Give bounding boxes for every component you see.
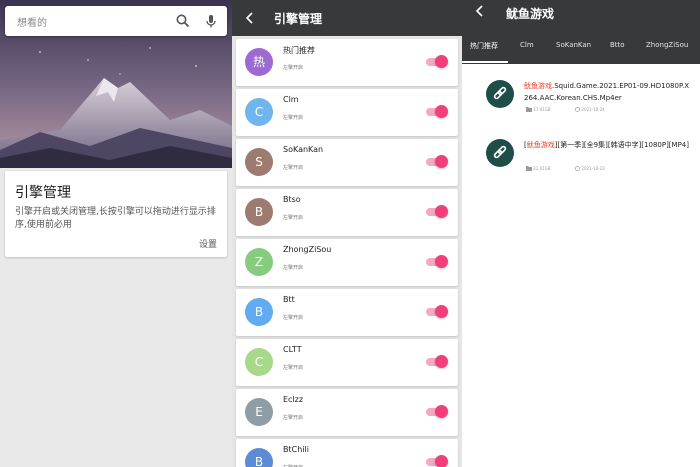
result-size: 17.01GB [533, 107, 551, 112]
search-query-title: 鱿鱼游戏 [506, 7, 555, 21]
engine-name: Btt [283, 295, 295, 304]
engine-row[interactable]: S SoKanKan 左擎开启 [236, 139, 458, 186]
tab-hot[interactable]: 热门推荐 [470, 41, 498, 51]
clock-icon [575, 107, 581, 113]
engine-name: Clm [283, 95, 299, 104]
toggle-knob [435, 155, 448, 168]
engine-status: 左擎开启 [283, 215, 304, 221]
engine-row[interactable]: E Eclzz 左擎开启 [236, 389, 458, 436]
engine-avatar: B [245, 448, 273, 467]
link-icon [486, 80, 514, 108]
engine-management-card: 引擎管理 引擎开启或关闭管理,长按引擎可以拖动进行显示排序,使用前必用 设置 [5, 171, 227, 257]
active-tab-indicator [462, 61, 508, 63]
engine-row[interactable]: BBtChili左擎开启 [236, 439, 458, 467]
engine-toggle[interactable] [424, 355, 448, 368]
search-placeholder: 想看的 [17, 18, 47, 29]
engine-row[interactable]: C CLTT 左擎开启 [236, 339, 458, 386]
search-icon[interactable] [175, 13, 191, 29]
toggle-knob [435, 55, 448, 68]
result-date: 2021-10-23 [581, 166, 605, 171]
engine-row[interactable]: 热 热门推荐左擎开启 [236, 39, 458, 86]
engine-status: 左擎开启 [283, 115, 304, 121]
folder-icon [526, 166, 532, 172]
engine-list: 热热门推荐 左擎开启 C Clm 左擎开启 S SoKanKan 左擎开启 B Btso 左擎开启 Z… [236, 39, 458, 467]
search-results-panel: 鱿鱼游戏 热门推荐 Clm SoKanKan Btto ZhongZiSou 鱿… [462, 0, 700, 467]
tab-btto[interactable]: Btto [610, 41, 625, 49]
engine-avatar: B [245, 198, 273, 226]
engine-avatar: Z [245, 248, 273, 276]
link-icon [486, 139, 514, 167]
home-panel: 想看的 引擎管理 引擎开启或关闭管理,长按引擎可以拖动进行显示排序,使用前必用 … [0, 0, 232, 467]
tab-zhongzisou[interactable]: ZhongZiSou [646, 41, 688, 49]
page-title: 引擎管理 [274, 12, 323, 26]
app-bar: 鱿鱼游戏 热门推荐 Clm SoKanKan Btto ZhongZiSou [462, 0, 700, 64]
toggle-knob [435, 305, 448, 318]
result-item[interactable]: 鱿鱼游戏.Squid.Game.2021.EP01-09.HD1080P.X26… [462, 80, 700, 140]
engine-toggle[interactable] [424, 55, 448, 68]
result-item[interactable]: [鱿鱼游戏][第一季][全9集][韩语中字][1080P][MP4] 22.61… [462, 139, 700, 199]
card-title: 引擎管理 [15, 185, 71, 201]
engine-avatar: S [245, 148, 273, 176]
engine-toggle[interactable] [424, 405, 448, 418]
engine-name: SoKanKan [283, 145, 324, 154]
engine-row[interactable]: B Btso 左擎开启 [236, 189, 458, 236]
engine-status: 左擎开启 [283, 315, 304, 321]
engine-name: 热门推荐 [283, 46, 315, 55]
engine-row[interactable]: C Clm 左擎开启 [236, 89, 458, 136]
engine-name: BtChili [283, 445, 309, 454]
result-title: [鱿鱼游戏][第一季][全9集][韩语中字][1080P][MP4] [524, 141, 689, 149]
search-bar[interactable]: 想看的 [5, 6, 227, 36]
engine-status: 左擎开启 [283, 65, 304, 71]
engine-toggle[interactable] [424, 105, 448, 118]
engine-avatar: C [245, 98, 273, 126]
engine-name: Btso [283, 195, 301, 204]
settings-link[interactable]: 设置 [199, 237, 217, 250]
result-meta: 17.01GB 2021-10-24 [526, 107, 605, 113]
toggle-knob [435, 355, 448, 368]
result-size: 22.61GB [533, 166, 551, 171]
result-date: 2021-10-24 [581, 107, 605, 112]
folder-icon [526, 107, 532, 113]
engine-avatar: 热 [245, 48, 273, 76]
engine-avatar: E [245, 398, 273, 426]
engine-status: 左擎开启 [283, 365, 304, 371]
engine-row[interactable]: Z ZhongZiSou 左擎开启 [236, 239, 458, 286]
toggle-knob [435, 455, 448, 467]
engine-toggle[interactable] [424, 205, 448, 218]
tab-sokankan[interactable]: SoKanKan [556, 41, 591, 49]
back-arrow-icon[interactable] [242, 10, 258, 26]
result-meta: 22.61GB 2021-10-23 [526, 166, 605, 172]
toggle-knob [435, 105, 448, 118]
card-description: 引擎开启或关闭管理,长按引擎可以拖动进行显示排序,使用前必用 [15, 207, 216, 230]
clock-icon [575, 166, 581, 172]
toggle-knob [435, 405, 448, 418]
engine-status: 左擎开启 [283, 415, 304, 421]
app-bar: 引擎管理 [232, 0, 462, 36]
engine-toggle[interactable] [424, 255, 448, 268]
engine-name: Eclzz [283, 395, 304, 404]
engine-toggle[interactable] [424, 305, 448, 318]
result-title: 鱿鱼游戏.Squid.Game.2021.EP01-09.HD1080P.X26… [524, 82, 690, 102]
engine-toggle[interactable] [424, 155, 448, 168]
engine-status: 左擎开启 [283, 265, 304, 271]
engine-management-panel: 引擎管理 热 热门推荐左擎开启 C Clm 左擎开启 S SoKanKan 左擎开启 B Btso… [232, 0, 462, 467]
engine-name: CLTT [283, 345, 302, 354]
engine-tabs: 热门推荐 Clm SoKanKan Btto ZhongZiSou [462, 34, 700, 64]
engine-avatar: B [245, 298, 273, 326]
tab-clm[interactable]: Clm [520, 41, 534, 49]
engine-row[interactable]: B Btt 左擎开启 [236, 289, 458, 336]
engine-status: 左擎开启 [283, 165, 304, 171]
back-arrow-icon[interactable] [472, 3, 488, 19]
engine-avatar: C [245, 348, 273, 376]
toggle-knob [435, 205, 448, 218]
toggle-knob [435, 255, 448, 268]
mic-icon[interactable] [203, 13, 219, 29]
engine-name: ZhongZiSou [283, 245, 332, 254]
engine-toggle[interactable] [424, 455, 448, 467]
